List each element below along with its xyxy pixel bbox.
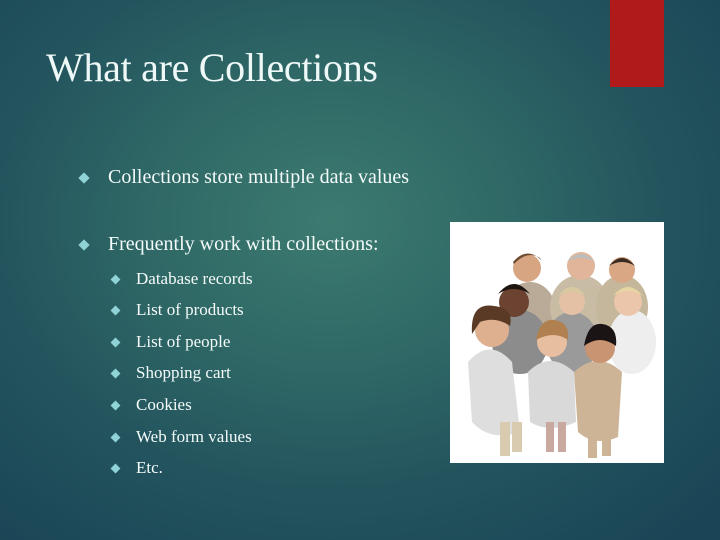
diamond-bullet-icon [110,368,121,378]
diamond-bullet-icon [78,171,90,184]
bullet-item: Frequently work with collections: [78,233,379,256]
sub-bullet-item: List of people [110,332,230,352]
sub-bullet-item: Shopping cart [110,363,231,383]
bullet-text: Frequently work with collections: [108,233,379,255]
group-photo [450,222,664,463]
bullet-text: Collections store multiple data values [108,166,410,188]
sub-bullet-text: List of products [136,300,244,319]
sub-bullet-item: List of products [110,300,244,320]
sub-bullet-text: Etc. [136,458,163,477]
sub-bullet-text: Web form values [136,427,252,446]
bullet-item: Collections store multiple data values [78,166,409,189]
people-illustration [450,222,664,463]
sub-bullet-text: Cookies [136,395,192,414]
slide-title: What are Collections [46,45,378,90]
diamond-bullet-icon [110,337,121,347]
sub-bullet-item: Database records [110,269,253,289]
accent-bar [610,0,664,87]
sub-bullet-text: Database records [136,269,253,288]
diamond-bullet-icon [110,305,121,315]
sub-bullet-item: Web form values [110,427,252,447]
sub-bullet-text: Shopping cart [136,363,231,382]
sub-bullet-item: Cookies [110,395,192,415]
diamond-bullet-icon [78,238,90,251]
slide: What are Collections Collections store m… [0,0,720,540]
diamond-bullet-icon [110,400,121,410]
diamond-bullet-icon [110,463,121,473]
diamond-bullet-icon [110,432,121,442]
diamond-bullet-icon [110,274,121,284]
sub-bullet-item: Etc. [110,458,163,478]
sub-bullet-text: List of people [136,332,231,351]
